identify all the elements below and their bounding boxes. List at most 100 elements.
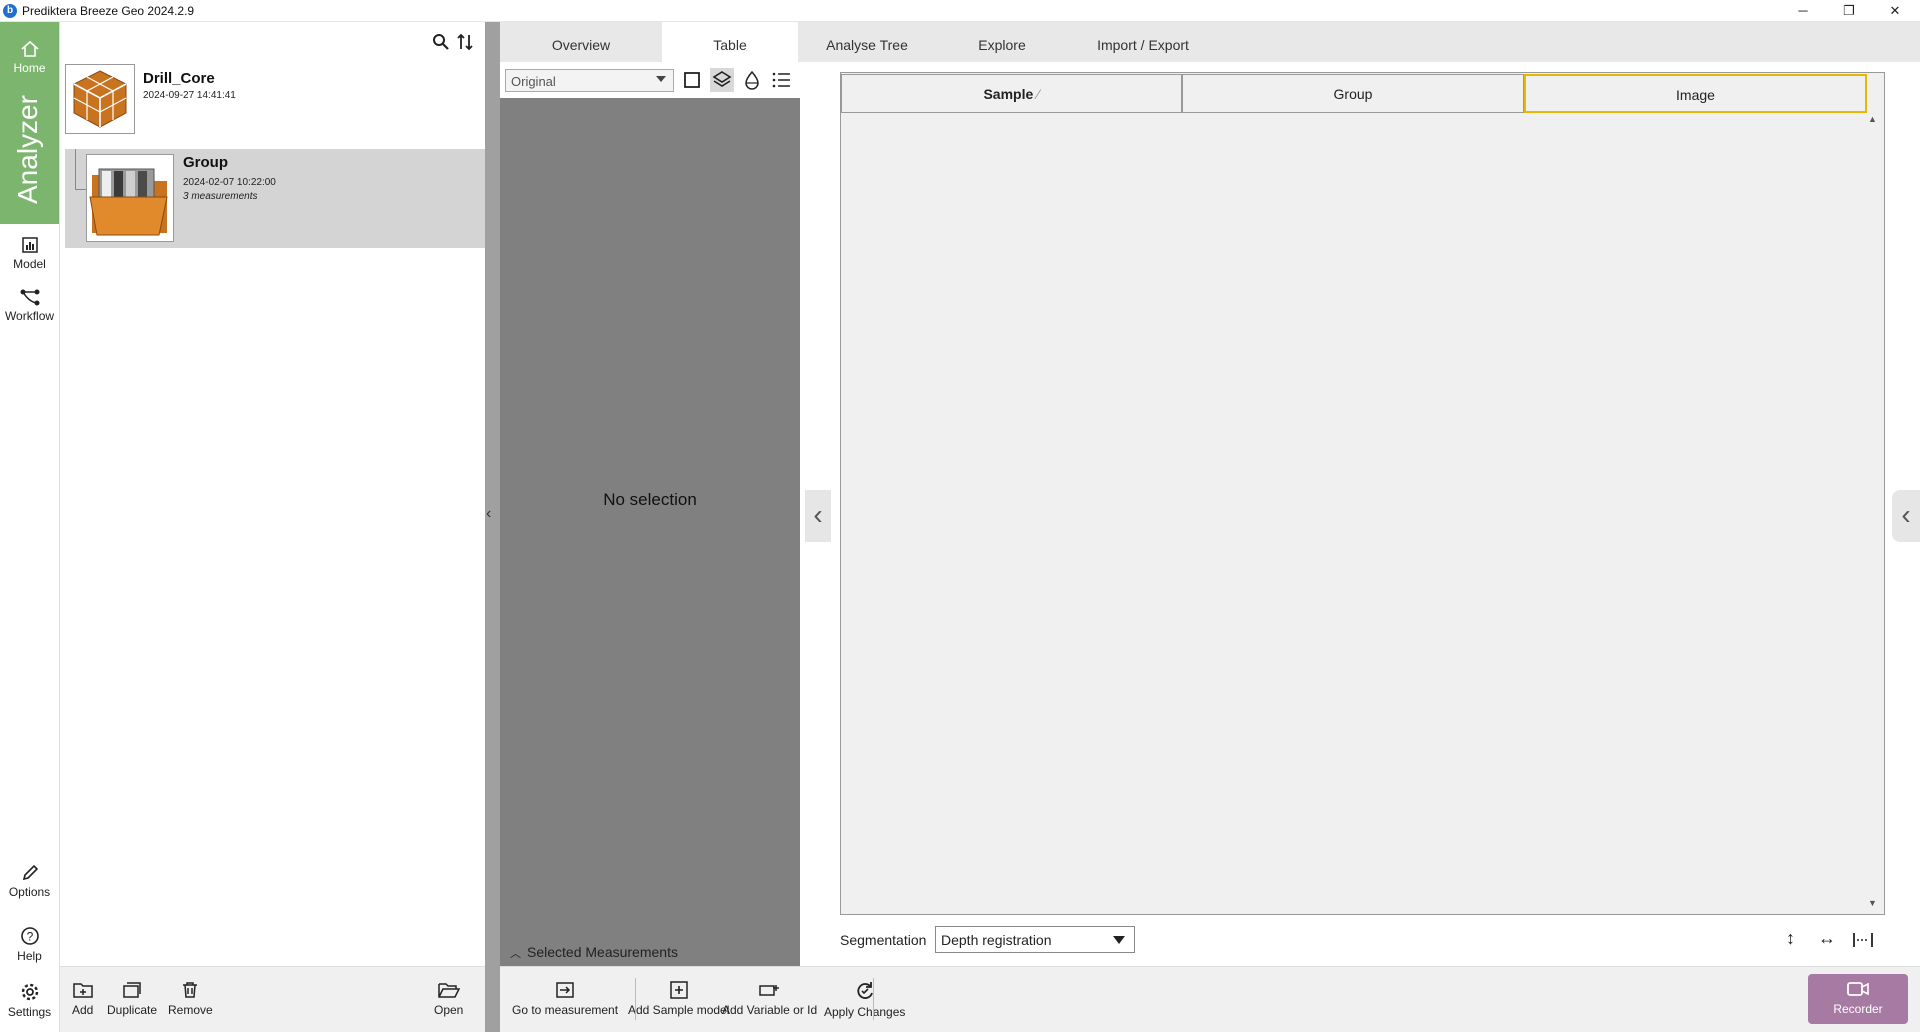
measurement-preview (500, 98, 800, 966)
scroll-down-icon[interactable]: ▼ (1868, 898, 1877, 908)
add-sample-model-button[interactable]: Add Sample model (628, 981, 729, 1017)
group-title: Group (183, 154, 228, 171)
search-icon[interactable] (432, 33, 450, 51)
chevron-down-icon (656, 76, 666, 82)
add-variable-button[interactable]: Add Variable or Id (722, 981, 817, 1017)
nav-model-label: Model (13, 257, 46, 271)
project-item-group[interactable]: Group 2024-02-07 10:22:00 3 measurements (65, 149, 485, 248)
recorder-label: Recorder (1833, 1002, 1883, 1016)
view-mode-select[interactable]: Original (505, 69, 674, 92)
column-header-image[interactable]: Image (1524, 74, 1867, 113)
sort-icon[interactable] (456, 32, 474, 52)
square-icon[interactable] (680, 68, 704, 92)
go-to-measurement-button[interactable]: Go to measurement (512, 981, 618, 1017)
gear-icon (21, 983, 38, 1001)
apply-changes-label: Apply Changes (824, 1005, 906, 1019)
duplicate-icon (123, 982, 141, 998)
nav-model[interactable]: Model (0, 236, 59, 271)
open-button[interactable]: Open (434, 981, 463, 1017)
duplicate-button[interactable]: Duplicate (107, 981, 157, 1017)
nav-help-label: Help (17, 949, 42, 963)
horizontal-resize-icon[interactable]: ↔ (1818, 928, 1836, 949)
tab-overview[interactable]: Overview (500, 22, 662, 62)
restore-button[interactable]: ❐ (1826, 0, 1872, 22)
close-button[interactable]: ✕ (1872, 0, 1918, 22)
project-item-drill-core[interactable]: Drill_Core 2024-09-27 14:41:41 (65, 62, 485, 142)
apply-changes-button[interactable]: Apply Changes (824, 981, 905, 1019)
project-date: 2024-09-27 14:41:41 (143, 90, 236, 101)
box-icon (73, 70, 127, 128)
add-button[interactable]: Add (72, 981, 93, 1017)
column-header-label: Sample (983, 86, 1034, 102)
nav-home[interactable]: Home (0, 40, 59, 75)
video-camera-icon (1847, 982, 1869, 996)
nav-workflow[interactable]: Workflow (0, 288, 59, 323)
list-icon[interactable] (770, 68, 794, 92)
nav-settings-label: Settings (7, 1005, 52, 1019)
remove-button[interactable]: Remove (168, 981, 213, 1017)
nav-options-label: Options (8, 885, 51, 899)
collapse-left-icon[interactable]: ‹ (805, 490, 831, 542)
go-to-icon (556, 982, 574, 998)
segmentation-label: Segmentation (840, 932, 927, 948)
data-table (840, 72, 1885, 915)
table-actions-bar: Go to measurement Add Sample model Add V… (500, 966, 1920, 1032)
project-thumbnail (65, 64, 135, 134)
title-bar: b Prediktera Breeze Geo 2024.2.9 ─ ❐ ✕ (0, 0, 1920, 22)
collapse-arrow-icon[interactable]: ‹ (486, 505, 491, 523)
go-to-measurement-label: Go to measurement (512, 1003, 619, 1017)
toolbar-divider (873, 978, 874, 1020)
fit-width-icon[interactable] (1852, 931, 1874, 949)
open-label: Open (434, 1003, 464, 1017)
chevron-up-icon: ︿ (510, 948, 521, 960)
nav-help[interactable]: ? Help (0, 926, 59, 963)
nav-rail: Home Analyzer Model Workflow Options ? H… (0, 22, 60, 1032)
window-title: Prediktera Breeze Geo 2024.2.9 (22, 4, 195, 18)
sort-indicator-icon: ⁄ (1037, 86, 1040, 102)
expand-right-icon[interactable]: ‹ (1892, 490, 1920, 542)
segmentation-select[interactable]: Depth registration (935, 926, 1135, 953)
drop-icon[interactable] (740, 68, 764, 92)
recorder-button[interactable]: Recorder (1808, 974, 1908, 1024)
tab-import-export[interactable]: Import / Export (1068, 22, 1218, 62)
tab-explore[interactable]: Explore (936, 22, 1068, 62)
toolbar-divider (635, 978, 636, 1020)
tree-line (75, 149, 76, 189)
add-sample-model-label: Add Sample model (628, 1003, 730, 1017)
layers-icon[interactable] (710, 68, 734, 92)
column-header-group[interactable]: Group (1182, 74, 1524, 113)
vertical-resize-icon[interactable]: ↕ (1786, 928, 1795, 949)
app-icon: b (3, 4, 17, 18)
project-actions-bar: Add Duplicate Remove Open (60, 966, 485, 1032)
panel-splitter[interactable] (485, 22, 500, 1032)
svg-text:?: ? (26, 930, 33, 944)
nav-options[interactable]: Options (0, 864, 59, 899)
add-label: Add (72, 1003, 94, 1017)
tab-table[interactable]: Table (662, 22, 798, 62)
trash-icon (183, 982, 198, 998)
pencil-icon (22, 864, 38, 881)
scroll-up-icon[interactable]: ▲ (1868, 114, 1877, 124)
tab-analyse-tree[interactable]: Analyse Tree (798, 22, 936, 62)
folder-images-icon (89, 168, 168, 236)
add-variable-icon (758, 985, 779, 996)
selected-measurements-toggle[interactable]: ︿ Selected Measurements (510, 944, 678, 961)
group-measurement-count: 3 measurements (183, 191, 258, 202)
help-icon: ? (20, 927, 39, 945)
add-model-icon (669, 981, 688, 999)
nav-home-label: Home (13, 61, 46, 75)
tree-line (75, 189, 86, 190)
project-toolbar (60, 22, 485, 62)
workflow-icon (20, 289, 39, 306)
nav-settings[interactable]: Settings (0, 982, 59, 1019)
minimize-button[interactable]: ─ (1780, 0, 1826, 22)
model-icon (21, 237, 38, 253)
no-selection-text: No selection (603, 490, 697, 509)
refresh-icon (857, 982, 873, 999)
add-folder-icon (72, 983, 93, 998)
tab-bar: Overview Table Analyse Tree Explore Impo… (500, 22, 1920, 62)
chevron-down-icon (1113, 936, 1125, 944)
column-header-sample[interactable]: Sample ⁄ (841, 74, 1182, 113)
open-folder-icon (437, 983, 460, 998)
nav-analyzer[interactable]: Analyzer (12, 95, 48, 204)
